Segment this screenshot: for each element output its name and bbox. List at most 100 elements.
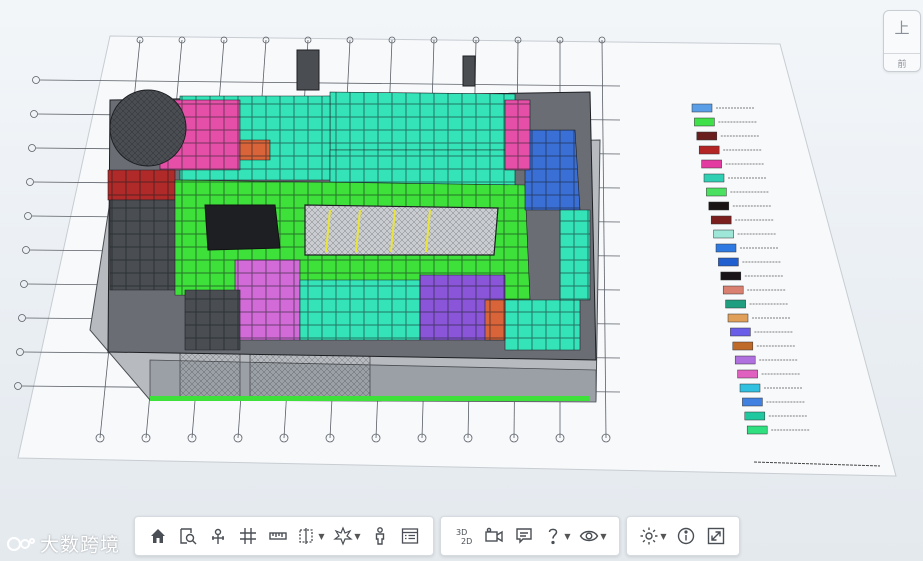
model-zone-grid	[185, 290, 240, 350]
chevron-down-icon: ▼	[318, 531, 325, 541]
camera-button[interactable]	[479, 521, 509, 551]
person-view-button[interactable]	[365, 521, 395, 551]
home-icon	[151, 529, 165, 543]
home-button[interactable]	[143, 521, 173, 551]
skylight-hatch	[305, 205, 498, 255]
chevron-down-icon: ▼	[600, 531, 607, 541]
view-2d3d-button[interactable]: 3D 2D	[449, 521, 479, 551]
help-icon	[549, 528, 558, 545]
rooftop-stack	[462, 55, 476, 87]
axis-bubble	[24, 212, 32, 220]
model-zone-grid	[240, 140, 270, 160]
legend-swatch	[715, 243, 737, 253]
axis-bubble	[22, 246, 30, 254]
toolbar-group-view: 3D 2D ▼ ▼	[440, 516, 620, 556]
axis-bubble	[18, 314, 26, 322]
comment-icon	[516, 528, 532, 544]
axis-bubble	[26, 178, 34, 186]
properties-button[interactable]	[395, 521, 425, 551]
legend-swatch	[703, 173, 725, 183]
measure-button[interactable]	[263, 521, 293, 551]
legend-swatch	[725, 299, 746, 309]
watermark-logo-icon	[7, 536, 35, 551]
legend-swatch	[713, 229, 734, 239]
person-icon	[375, 527, 385, 545]
toolbar-group-settings: ▼	[626, 516, 740, 556]
help-button[interactable]: ▼	[539, 521, 575, 551]
visibility-button[interactable]: ▼	[575, 521, 611, 551]
fullscreen-button[interactable]	[701, 521, 731, 551]
legend-swatch	[706, 187, 727, 197]
legend-swatch	[730, 327, 751, 337]
axis-bubble	[16, 348, 24, 356]
bim-model-scene[interactable]	[0, 0, 923, 561]
model-zone-grid	[560, 210, 590, 300]
model-zone-grid	[235, 260, 300, 340]
round-tower-hatch	[110, 90, 186, 166]
model-zone-grid	[505, 100, 530, 170]
legend-swatch	[701, 159, 722, 169]
settings-button[interactable]: ▼	[635, 521, 671, 551]
axis-bubble	[14, 382, 22, 390]
legend-swatch	[727, 313, 749, 323]
grid-icon	[240, 528, 256, 544]
settings-icon	[640, 527, 658, 545]
zoom-box-icon	[180, 528, 197, 545]
section-box-icon	[299, 528, 314, 544]
chevron-down-icon: ▼	[354, 531, 361, 541]
legend-swatch	[718, 257, 739, 267]
watermark-text: 大数跨境	[40, 534, 121, 556]
info-button[interactable]	[671, 521, 701, 551]
atrium-void	[204, 204, 281, 251]
camera-icon	[485, 527, 503, 543]
legend-swatch	[739, 383, 761, 393]
model-zone-grid	[505, 300, 580, 350]
model-zone-grid	[330, 92, 515, 150]
toolbar-group-navigation: ▼ ▼	[134, 516, 434, 556]
legend-swatch	[698, 145, 720, 155]
legend-swatch	[722, 285, 744, 295]
facade-window	[179, 349, 241, 401]
legend-swatch	[746, 425, 768, 435]
properties-icon	[401, 528, 419, 544]
fullscreen-icon	[707, 527, 725, 545]
info-icon	[677, 527, 695, 545]
grid-button[interactable]	[233, 521, 263, 551]
explode-icon	[333, 526, 354, 546]
model-zone-grid	[485, 300, 505, 340]
view-cube-front-face[interactable]: 前	[884, 53, 920, 70]
view-2d3d-icon: 3D2D	[456, 528, 472, 546]
svg-text:2D: 2D	[461, 537, 472, 546]
ground-slab-edge	[150, 396, 590, 401]
section-plane-button[interactable]	[203, 521, 233, 551]
ruler-icon	[269, 532, 287, 540]
axis-bubble	[32, 76, 40, 84]
3d-model-viewport[interactable]	[0, 0, 923, 561]
section-box-button[interactable]: ▼	[293, 521, 329, 551]
comment-button[interactable]	[509, 521, 539, 551]
model-zone-grid	[108, 170, 175, 200]
legend-swatch	[744, 411, 766, 421]
svg-text:3D: 3D	[456, 528, 467, 537]
view-cube-top-face[interactable]: 上	[884, 17, 920, 38]
axis-bubble	[20, 280, 28, 288]
chevron-down-icon: ▼	[564, 531, 571, 541]
axis-bubble	[28, 144, 36, 152]
explode-button[interactable]: ▼	[329, 521, 365, 551]
legend-swatch	[734, 355, 756, 365]
zoom-box-button[interactable]	[173, 521, 203, 551]
view-cube[interactable]: 上 前	[883, 10, 921, 72]
rooftop-stack	[296, 49, 320, 91]
chevron-down-icon: ▼	[660, 531, 667, 541]
model-zone-grid	[300, 280, 420, 340]
legend-swatch	[737, 369, 758, 379]
bottom-toolbar: ▼ ▼ 3D 2D ▼ ▼ ▼	[134, 516, 740, 556]
legend-swatch	[732, 341, 754, 351]
legend-swatch	[710, 215, 732, 225]
model-zone-grid	[525, 130, 580, 210]
legend-swatch	[708, 201, 730, 211]
legend-swatch	[720, 271, 742, 281]
legend-swatch	[691, 103, 713, 113]
legend-swatch	[694, 117, 715, 127]
legend-swatch	[696, 131, 718, 141]
